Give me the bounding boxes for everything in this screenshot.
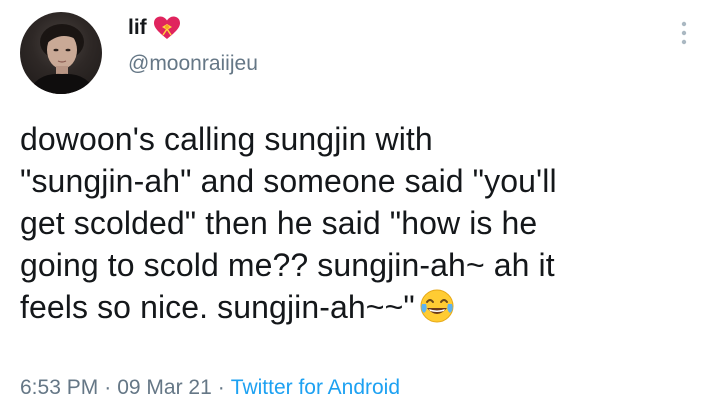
meta-separator: · bbox=[217, 376, 225, 399]
display-name[interactable]: lif bbox=[128, 16, 147, 40]
tweet-source-link[interactable]: Twitter for Android bbox=[231, 376, 400, 400]
tweet-time[interactable]: 6:53 PM bbox=[20, 376, 98, 400]
user-handle[interactable]: @moonraiijeu bbox=[128, 52, 258, 76]
tweet-meta: 6:53 PM · 09 Mar 21 · Twitter for Androi… bbox=[20, 376, 400, 400]
heart-with-bow-icon bbox=[153, 15, 181, 41]
tweet-body: dowoon's calling sungjin with "sungjin-a… bbox=[20, 121, 557, 325]
avatar[interactable] bbox=[20, 12, 102, 94]
tweet-date[interactable]: 09 Mar 21 bbox=[117, 376, 212, 400]
meta-separator: · bbox=[104, 376, 112, 399]
tweet-text: dowoon's calling sungjin with "sungjin-a… bbox=[20, 118, 680, 328]
face-with-tears-of-joy-icon bbox=[419, 288, 455, 324]
more-vertical-icon[interactable] bbox=[674, 18, 694, 48]
tweet-card: lif @moonraiijeu dowoon's calling sungji… bbox=[0, 0, 720, 405]
display-name-row: lif bbox=[128, 12, 181, 44]
avatar-photo bbox=[28, 24, 96, 94]
